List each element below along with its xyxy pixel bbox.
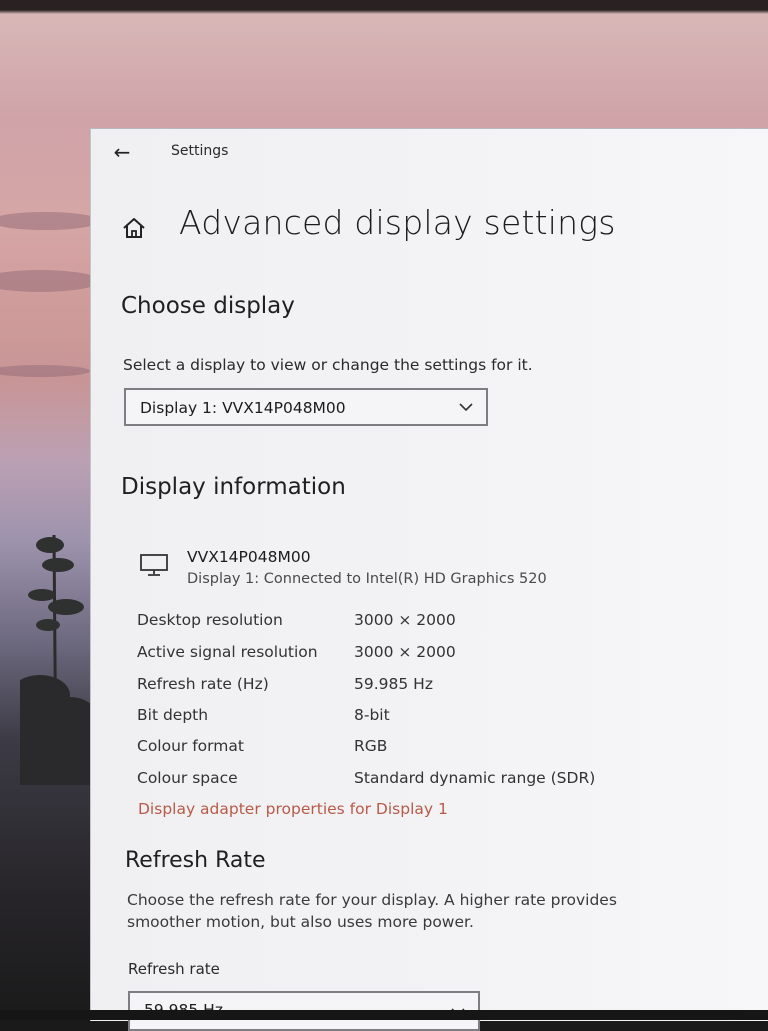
info-value: Standard dynamic range (SDR) xyxy=(354,769,596,787)
settings-window: ← Settings Advanced display settings Cho… xyxy=(90,128,768,1031)
display-information-heading: Display information xyxy=(121,474,346,500)
display-select-dropdown[interactable]: Display 1: VVX14P048M00 xyxy=(124,388,488,426)
info-value: 8-bit xyxy=(354,706,390,724)
title-bar: ← Settings xyxy=(91,129,768,175)
back-button[interactable]: ← xyxy=(107,139,137,165)
info-row-bit-depth: Bit depth 8-bit xyxy=(137,706,737,728)
info-label: Active signal resolution xyxy=(137,643,318,661)
info-value: 59.985 Hz xyxy=(354,675,433,693)
info-value: 3000 × 2000 xyxy=(354,643,456,661)
display-select-value: Display 1: VVX14P048M00 xyxy=(140,399,346,417)
monitor-name: VVX14P048M00 xyxy=(187,548,311,566)
choose-display-description: Select a display to view or change the s… xyxy=(123,356,533,374)
wallpaper-cloud xyxy=(0,212,100,230)
info-label: Desktop resolution xyxy=(137,611,283,629)
info-label: Colour space xyxy=(137,769,238,787)
wallpaper-cloud xyxy=(0,270,100,292)
chevron-down-icon xyxy=(459,403,473,412)
info-row-colour-space: Colour space Standard dynamic range (SDR… xyxy=(137,769,737,791)
back-arrow-icon: ← xyxy=(113,140,131,164)
refresh-rate-heading: Refresh Rate xyxy=(125,848,266,873)
page-title: Advanced display settings xyxy=(179,203,616,242)
info-row-colour-format: Colour format RGB xyxy=(137,737,737,759)
info-label: Colour format xyxy=(137,737,244,755)
info-row-active-signal-resolution: Active signal resolution 3000 × 2000 xyxy=(137,643,737,665)
refresh-rate-field-label: Refresh rate xyxy=(128,960,220,978)
screen-bezel xyxy=(0,1010,768,1020)
app-title: Settings xyxy=(171,143,229,159)
info-value: 3000 × 2000 xyxy=(354,611,456,629)
refresh-rate-description-line2: smoother motion, but also uses more powe… xyxy=(127,913,474,931)
home-icon[interactable] xyxy=(121,215,147,241)
monitor-connection: Display 1: Connected to Intel(R) HD Grap… xyxy=(187,571,547,587)
info-row-desktop-resolution: Desktop resolution 3000 × 2000 xyxy=(137,611,737,633)
display-adapter-properties-link[interactable]: Display adapter properties for Display 1 xyxy=(138,800,448,818)
refresh-rate-description-line1: Choose the refresh rate for your display… xyxy=(127,891,617,909)
monitor-icon xyxy=(140,554,168,576)
info-label: Bit depth xyxy=(137,706,209,724)
info-value: RGB xyxy=(354,737,388,755)
wallpaper-cloud xyxy=(0,365,90,377)
info-row-refresh-rate: Refresh rate (Hz) 59.985 Hz xyxy=(137,675,737,697)
wallpaper-tree xyxy=(20,534,90,785)
info-label: Refresh rate (Hz) xyxy=(137,675,269,693)
choose-display-heading: Choose display xyxy=(121,293,295,319)
